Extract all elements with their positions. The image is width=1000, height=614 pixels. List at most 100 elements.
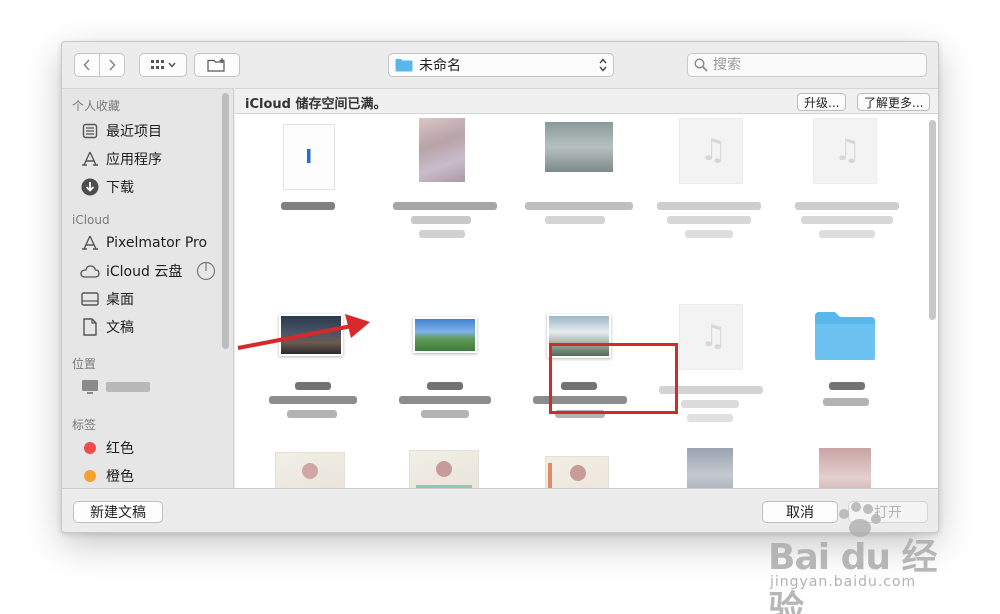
audio-file-thumbnail[interactable]: ♫ <box>679 118 743 184</box>
sidebar-section-favorites: 个人收藏 <box>72 99 121 113</box>
selection-highlight-box <box>549 343 678 414</box>
upgrade-button[interactable]: 升级... <box>797 93 847 111</box>
sidebar-item-desktop[interactable]: 桌面 <box>80 287 134 311</box>
file-grid: ♫ ♫ ♫ <box>235 114 938 488</box>
document-icon <box>283 124 335 190</box>
file-size-blurred <box>399 396 491 404</box>
file-date-blurred <box>687 414 733 422</box>
sidebar-item-label: 文稿 <box>106 320 134 336</box>
sidebar-item-computer[interactable] <box>80 375 150 399</box>
sidebar-section-locations: 位置 <box>72 357 97 371</box>
sidebar-item-applications[interactable]: 应用程序 <box>80 147 162 171</box>
file-date-blurred <box>685 230 733 238</box>
sidebar-section-icloud: iCloud <box>72 213 110 227</box>
file-name-blurred <box>427 382 463 390</box>
audio-file-thumbnail[interactable]: ♫ <box>813 118 877 184</box>
file-name-blurred <box>295 382 331 390</box>
music-note-icon: ♫ <box>834 133 861 168</box>
grid-view-icon <box>150 60 164 69</box>
landscape-photo-thumbnail[interactable] <box>545 122 613 172</box>
grid-scrollbar[interactable] <box>929 120 936 320</box>
learn-more-button[interactable]: 了解更多... <box>857 93 931 111</box>
file-date-blurred <box>823 398 869 406</box>
portrait-photo-thumbnail[interactable] <box>687 448 733 488</box>
new-document-button[interactable]: 新建文稿 <box>73 501 163 523</box>
sidebar-item-tag-orange[interactable]: 橙色 <box>80 464 134 488</box>
new-folder-icon <box>207 58 225 72</box>
file-date-blurred <box>287 410 337 418</box>
audio-file-thumbnail[interactable]: ♫ <box>679 304 743 370</box>
file-name-blurred <box>281 202 335 210</box>
sidebar-item-label: 橙色 <box>106 469 134 485</box>
sidebar: 个人收藏 最近项目 应用程序 下载 iCloud Pixelmator Pro <box>62 88 234 488</box>
portrait-photo-thumbnail[interactable] <box>419 118 465 182</box>
new-folder-button[interactable] <box>194 53 240 77</box>
watermark-brand: Bai du 经验 <box>768 537 938 614</box>
computer-name-blurred <box>106 382 150 392</box>
search-field[interactable] <box>687 53 927 77</box>
file-name-blurred <box>657 202 761 210</box>
sidebar-item-tag-red[interactable]: 红色 <box>80 436 134 460</box>
file-size-blurred <box>681 400 739 408</box>
icloud-storage-banner: iCloud 储存空间已满。 升级... 了解更多... <box>235 88 938 114</box>
sidebar-item-pixelmator[interactable]: Pixelmator Pro <box>80 231 207 255</box>
avatar <box>570 465 586 481</box>
sidebar-item-label: iCloud 云盘 <box>106 264 183 280</box>
sidebar-item-label: 桌面 <box>106 292 134 308</box>
storage-full-message: iCloud 储存空间已满。 <box>245 97 387 112</box>
pixelmator-icon <box>80 233 100 253</box>
folder-item[interactable] <box>813 310 877 362</box>
view-mode-button[interactable] <box>139 53 187 77</box>
document-thumbnail[interactable] <box>409 450 479 488</box>
file-date-blurred <box>421 410 469 418</box>
tag-orange-icon <box>80 466 100 486</box>
chevron-down-icon <box>167 62 176 68</box>
folder-icon <box>815 312 875 360</box>
tag-red-icon <box>80 438 100 458</box>
chevron-left-icon <box>83 59 90 71</box>
file-name-blurred <box>393 202 497 210</box>
avatar <box>436 461 452 477</box>
sidebar-section-tags: 标签 <box>72 418 97 432</box>
updown-chevron-icon <box>599 58 607 72</box>
sidebar-item-label: Pixelmator Pro <box>106 235 208 251</box>
chevron-right-icon <box>109 59 116 71</box>
applications-icon <box>80 149 100 169</box>
sidebar-item-label: 应用程序 <box>106 152 162 168</box>
music-note-icon: ♫ <box>700 133 727 168</box>
file-size-blurred <box>667 216 751 224</box>
music-note-icon: ♫ <box>700 319 727 354</box>
file-date-blurred <box>819 230 875 238</box>
file-size-blurred <box>545 216 605 224</box>
forward-button[interactable] <box>99 53 125 77</box>
sidebar-scrollbar[interactable] <box>222 93 229 349</box>
file-date-blurred <box>419 230 465 238</box>
file-name-blurred <box>525 202 633 210</box>
sidebar-item-documents[interactable]: 文稿 <box>80 315 134 339</box>
toolbar: 未命名 <box>62 42 938 88</box>
open-file-dialog: 未命名 个人收藏 最近项目 应用程序 <box>61 41 939 533</box>
file-item[interactable] <box>283 124 335 190</box>
sidebar-item-icloud-drive[interactable]: iCloud 云盘 <box>80 259 216 283</box>
document-thumbnail[interactable] <box>275 452 345 488</box>
computer-icon <box>80 377 100 397</box>
portrait-photo-thumbnail[interactable] <box>819 448 871 488</box>
city-night-photo-thumbnail[interactable] <box>279 314 343 356</box>
file-name-blurred <box>829 382 865 390</box>
watermark-url: jingyan.baidu.com <box>770 574 917 590</box>
downloads-icon <box>80 177 100 197</box>
recents-icon <box>80 121 100 141</box>
sidebar-item-label: 最近项目 <box>106 124 162 140</box>
back-button[interactable] <box>74 53 100 77</box>
storage-progress-icon <box>197 261 216 281</box>
folder-icon <box>395 59 413 72</box>
avatar <box>302 463 318 479</box>
location-popup[interactable]: 未命名 <box>388 53 614 77</box>
document-thumbnail[interactable] <box>545 456 609 488</box>
sidebar-item-recents[interactable]: 最近项目 <box>80 119 162 143</box>
sidebar-item-downloads[interactable]: 下载 <box>80 175 134 199</box>
file-size-blurred <box>411 216 471 224</box>
baidu-watermark: Bai du 经验 jingyan.baidu.com <box>768 500 948 614</box>
search-input[interactable] <box>713 57 913 73</box>
mountain-photo-thumbnail[interactable] <box>413 317 477 353</box>
